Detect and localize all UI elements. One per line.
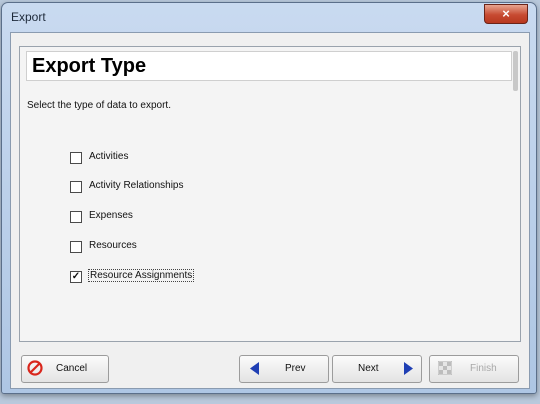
window-title: Export — [11, 10, 46, 24]
finish-checkered-icon — [438, 361, 452, 375]
expenses-checkbox[interactable] — [70, 211, 82, 223]
prev-button[interactable]: Prev — [239, 355, 329, 383]
option-expenses[interactable]: Expenses — [64, 209, 264, 225]
next-button[interactable]: Next — [332, 355, 422, 383]
content-panel: Export Type Select the type of data to e… — [19, 46, 521, 342]
finish-button[interactable]: Finish — [429, 355, 519, 383]
title-bar[interactable]: Export × — [2, 3, 536, 31]
prev-label: Prev — [285, 363, 306, 374]
close-icon: × — [502, 6, 510, 21]
export-dialog: Export × Export Type Select the type of … — [1, 2, 537, 394]
option-label: Resources — [89, 240, 137, 251]
finish-label: Finish — [470, 363, 497, 374]
left-arrow-icon — [250, 362, 259, 375]
dialog-body: Export Type Select the type of data to e… — [10, 32, 530, 389]
option-label: Expenses — [89, 210, 133, 221]
option-label: Activity Relationships — [89, 180, 184, 191]
option-label: Resource Assignments — [88, 269, 195, 282]
checkmark-icon: ✓ — [71, 271, 81, 282]
option-resource-assignments[interactable]: ✓ Resource Assignments — [64, 269, 264, 285]
next-label: Next — [358, 363, 379, 374]
cancel-icon — [27, 360, 43, 376]
page-title: Export Type — [32, 55, 147, 77]
resource-assignments-checkbox[interactable]: ✓ — [70, 271, 82, 283]
resources-checkbox[interactable] — [70, 241, 82, 253]
scrollbar[interactable] — [513, 51, 518, 91]
header-box: Export Type — [26, 51, 512, 81]
cancel-button[interactable]: Cancel — [21, 355, 109, 383]
cancel-label: Cancel — [56, 363, 88, 374]
option-activity-relationships[interactable]: Activity Relationships — [64, 179, 264, 195]
close-button[interactable]: × — [484, 4, 528, 24]
option-resources[interactable]: Resources — [64, 239, 264, 255]
option-label: Activities — [89, 151, 129, 162]
activities-checkbox[interactable] — [70, 152, 82, 164]
activity-relationships-checkbox[interactable] — [70, 181, 82, 193]
option-activities[interactable]: Activities — [64, 150, 264, 166]
instruction-text: Select the type of data to export. — [27, 100, 171, 111]
right-arrow-icon — [404, 362, 413, 375]
